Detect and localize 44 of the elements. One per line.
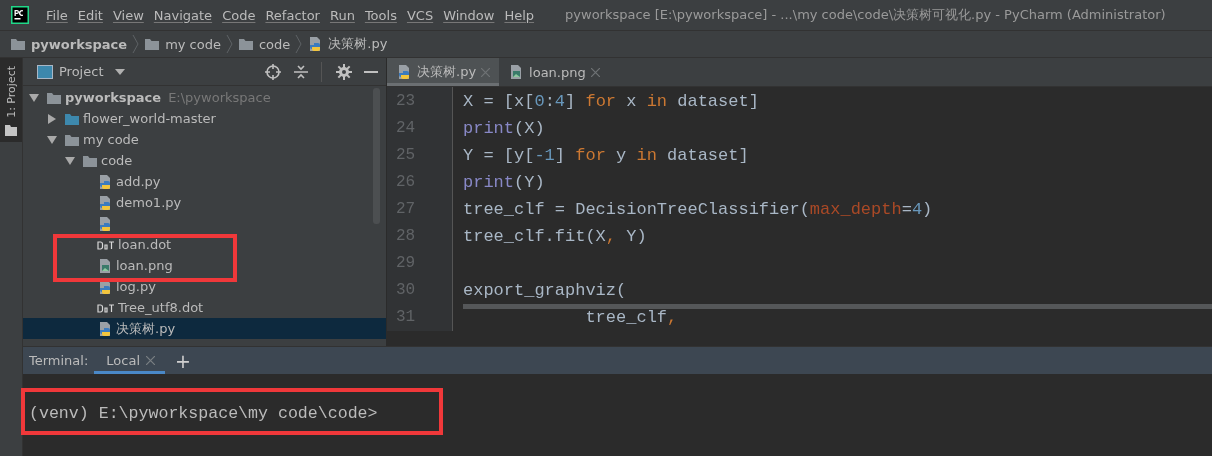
- menu-item[interactable]: Navigate: [148, 7, 218, 23]
- menu-item[interactable]: View: [107, 7, 149, 23]
- tree-item[interactable]: log.py: [23, 276, 386, 297]
- tree-item[interactable]: my code: [23, 129, 386, 150]
- tree-item[interactable]: Tree_utf8.dot: [23, 297, 386, 318]
- tree-item[interactable]: demo1.py: [23, 192, 386, 213]
- path-hint: E:\pyworkspace: [168, 90, 271, 105]
- code-line: print(Y): [463, 173, 545, 192]
- menu-item[interactable]: Run: [324, 7, 360, 23]
- tree-item[interactable]: code: [23, 150, 386, 171]
- code-line: export_graphviz(: [463, 281, 627, 300]
- new-tab-button[interactable]: +: [171, 349, 195, 372]
- window-title: pyworkspace [E:\pyworkspace] - ...\my code\code\决策树可视化.py - PyCharm (Administrator): [565, 6, 1166, 24]
- tree-item[interactable]: pyworkspace E:\pyworkspace: [23, 87, 386, 108]
- code-line: tree_clf.fit(X, Y): [463, 227, 647, 246]
- menu-item[interactable]: File: [41, 7, 73, 23]
- menu-item[interactable]: Help: [499, 7, 540, 23]
- breadcrumb[interactable]: code: [258, 36, 291, 52]
- code-line: tree_clf,: [584, 308, 678, 327]
- menu-item[interactable]: Tools: [359, 7, 402, 23]
- menu-item[interactable]: Refactor: [260, 7, 325, 23]
- menu-item[interactable]: VCS: [401, 7, 439, 23]
- tree-item[interactable]: add.py: [23, 171, 386, 192]
- menu-item[interactable]: Edit: [72, 7, 108, 23]
- code-line: X = [x[0:4] for x in dataset]: [463, 92, 759, 111]
- editor-tab[interactable]: loan.png: [499, 58, 609, 86]
- editor-tab[interactable]: 决策树.py: [387, 58, 500, 86]
- menu-item[interactable]: Code: [217, 7, 261, 23]
- code-line: Y = [y[-1] for y in dataset]: [463, 146, 749, 165]
- tree-item[interactable]: loan.png: [23, 255, 386, 276]
- panel-title[interactable]: Project: [59, 64, 104, 79]
- breadcrumb[interactable]: my code: [165, 36, 221, 52]
- terminal-label: Terminal:: [29, 353, 89, 368]
- code-line: tree_clf = DecisionTreeClassifier(max_depth=4): [463, 200, 933, 219]
- breadcrumb[interactable]: pyworkspace: [31, 36, 128, 52]
- tool-window-tab[interactable]: 1: Project: [0, 58, 22, 142]
- breadcrumb[interactable]: 决策树.py: [328, 35, 388, 53]
- terminal-tab[interactable]: Local: [94, 347, 166, 374]
- tree-item[interactable]: 决策树.py: [23, 318, 386, 339]
- tree-item[interactable]: flower_world-master: [23, 108, 386, 129]
- tree-item[interactable]: loan.dot: [23, 234, 386, 255]
- code-line: print(X): [463, 119, 545, 138]
- terminal-prompt: (venv) E:\pyworkspace\my code\code>: [29, 404, 378, 423]
- menu-item[interactable]: Window: [438, 7, 500, 23]
